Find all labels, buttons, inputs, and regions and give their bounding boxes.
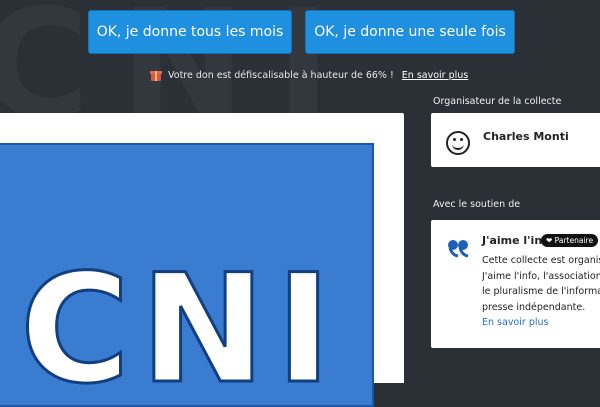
quote-logo-icon [448,240,469,258]
tax-deduction-note: Votre don est défiscalisable à hauteur d… [150,69,468,81]
partner-badge: ❤ Partenaire [541,234,599,247]
campaign-cover-image: CNI [0,143,374,407]
partner-card: J'aime l'info ❤ Partenaire Cette collect… [431,220,600,348]
donate-once-button[interactable]: OK, je donne une seule fois [305,10,515,54]
organizer-heading: Organisateur de la collecte [433,96,562,107]
campaign-content-panel: CNI [0,113,404,407]
organizer-card[interactable]: Charles Monti [431,113,600,167]
cover-lettering: CNI [18,243,342,407]
partner-description-line: le pluralisme de l'informati [482,286,600,297]
support-heading: Avec le soutien de [433,199,521,210]
donate-monthly-button[interactable]: OK, je donne tous les mois [88,10,292,54]
smiley-avatar-icon [446,131,470,155]
organizer-name[interactable]: Charles Monti [483,130,569,143]
partner-description-line: presse indépendante. [482,301,586,313]
donate-buttons: OK, je donne tous les mois OK, je donne … [88,10,515,54]
partner-description: Cette collecte est organisé J'aime l'inf… [482,253,600,331]
partner-description-line: Cette collecte est organisé [482,255,600,266]
tax-note-text: Votre don est défiscalisable à hauteur d… [168,69,394,81]
tax-note-learn-more-link[interactable]: En savoir plus [402,70,468,81]
gift-icon [150,69,162,81]
partner-description-line: J'aime l'info, l'association q [482,270,600,282]
partner-learn-more-link[interactable]: En savoir plus [482,315,600,331]
